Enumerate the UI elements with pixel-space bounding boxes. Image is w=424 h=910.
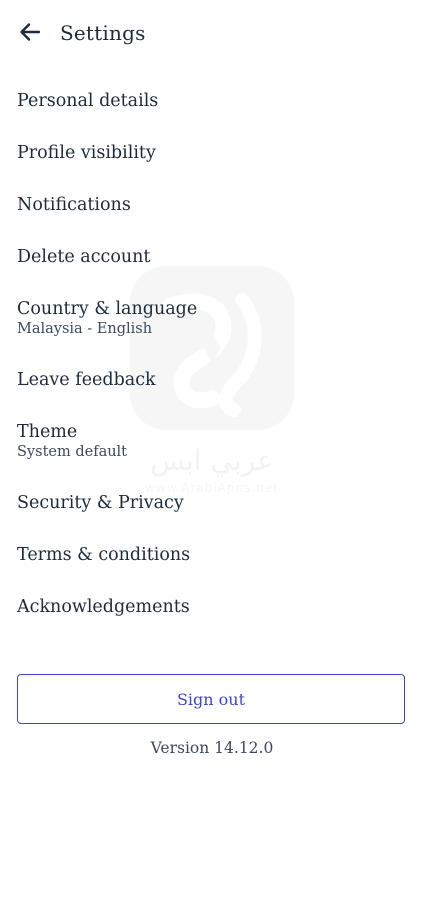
menu-item-label: Notifications [17, 195, 131, 215]
menu-item-acknowledgements[interactable]: Acknowledgements [17, 596, 407, 618]
menu-item-sublabel: Malaysia - English [17, 321, 153, 337]
menu-item-country-language[interactable]: Country & language Malaysia - English [17, 298, 407, 338]
menu-item-label: Country & language [17, 299, 198, 319]
menu-item-theme[interactable]: Theme System default [17, 421, 407, 461]
menu-item-sublabel: System default [17, 444, 128, 460]
menu-item-profile-visibility[interactable]: Profile visibility [17, 142, 407, 164]
version-text: Version 14.12.0 [150, 739, 274, 757]
menu-item-leave-feedback[interactable]: Leave feedback [17, 369, 407, 391]
menu-item-personal-details[interactable]: Personal details [17, 90, 407, 112]
app-header: Settings [0, 0, 424, 70]
menu-item-label: Acknowledgements [17, 597, 190, 617]
sign-out-button[interactable]: Sign out [17, 674, 405, 724]
menu-item-label: Theme [17, 422, 78, 442]
arrow-left-icon [19, 21, 41, 47]
menu-item-label: Profile visibility [17, 143, 156, 163]
page-title: Settings [60, 21, 146, 45]
menu-item-label: Terms & conditions [17, 545, 191, 565]
menu-item-notifications[interactable]: Notifications [17, 194, 407, 216]
back-button[interactable] [14, 18, 46, 50]
menu-item-security-privacy[interactable]: Security & Privacy [17, 492, 407, 514]
menu-item-label: Delete account [17, 247, 151, 267]
menu-item-delete-account[interactable]: Delete account [17, 246, 407, 268]
menu-item-label: Personal details [17, 91, 159, 111]
menu-item-label: Security & Privacy [17, 493, 184, 513]
menu-item-label: Leave feedback [17, 370, 156, 390]
menu-item-terms-conditions[interactable]: Terms & conditions [17, 544, 407, 566]
